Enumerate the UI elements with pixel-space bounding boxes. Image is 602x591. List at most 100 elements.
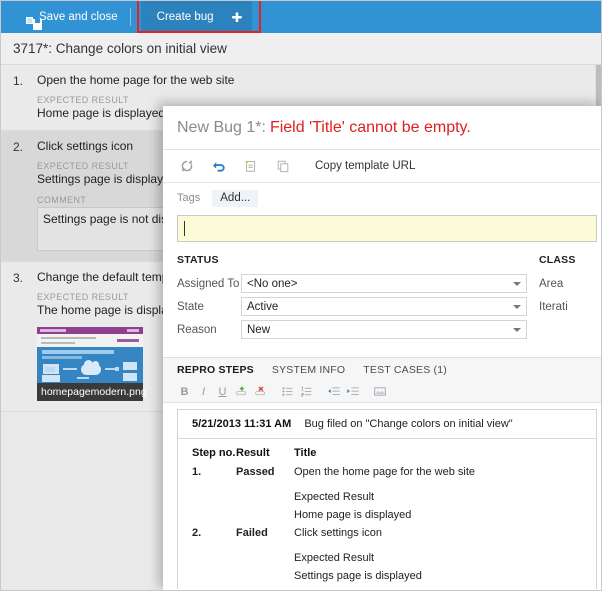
bug-filing-window: Save and close Create bug ✚ 3717*: Chang… xyxy=(0,0,602,591)
copy-icon[interactable] xyxy=(267,150,299,183)
state-label: State xyxy=(177,300,204,313)
tags-row: Tags Add... xyxy=(163,183,601,213)
create-bug-button[interactable]: Create bug ✚ xyxy=(140,1,253,33)
dialog-header: New Bug 1*: Field 'Title' cannot be empt… xyxy=(163,106,601,150)
repro-steps-editor[interactable]: 5/21/2013 11:31 AM Bug filed on "Change … xyxy=(177,409,597,589)
rich-text-toolbar: B I U xyxy=(163,381,601,403)
reason-field: Reason New xyxy=(177,320,527,339)
row-title: Click settings icon xyxy=(294,527,383,539)
expected-result-label: EXPECTED RESULT xyxy=(37,95,129,105)
attachment-filename: homepagemodern.png xyxy=(37,383,147,401)
validation-error-text: Field 'Title' cannot be empty. xyxy=(269,118,471,136)
step-number: 2. xyxy=(13,140,24,154)
table-row: 1. Passed Open the home page for the web… xyxy=(178,463,596,481)
row-result: Failed xyxy=(236,527,268,539)
reason-select[interactable]: New xyxy=(241,320,527,339)
row-step-no: 2. xyxy=(192,527,202,539)
state-select[interactable]: Active xyxy=(241,297,527,316)
plus-icon[interactable]: ✚ xyxy=(232,11,243,24)
column-step-no: Step no. xyxy=(192,447,236,459)
underline-icon[interactable]: U xyxy=(213,382,232,402)
bullet-list-icon[interactable] xyxy=(278,382,297,402)
step-number: 1. xyxy=(13,74,24,88)
row-expected-text: Home page is displayed xyxy=(294,509,412,521)
classification-section: CLASS Area Iterati xyxy=(527,254,601,343)
assigned-to-select[interactable]: <No one> xyxy=(241,274,527,293)
status-heading: STATUS xyxy=(177,254,219,266)
tab-repro-steps[interactable]: REPRO STEPS xyxy=(177,364,254,376)
work-item-title-text: 3717*: Change colors on initial view xyxy=(13,41,227,56)
dialog-tabs: REPRO STEPS SYSTEM INFO TEST CASES (1) xyxy=(163,357,601,381)
classification-heading: CLASS xyxy=(539,254,576,266)
add-tag-button[interactable]: Add... xyxy=(212,189,259,207)
repro-timestamp: 5/21/2013 11:31 AM xyxy=(192,418,292,430)
status-section: STATUS Assigned To <No one> State Active xyxy=(177,254,527,343)
assigned-to-value: <No one> xyxy=(247,277,298,290)
text-caret xyxy=(184,221,185,236)
remove-link-icon[interactable] xyxy=(251,382,270,402)
repro-steps-table: Step no. Result Title 1. Passed Open the… xyxy=(178,439,596,589)
assigned-to-field: Assigned To <No one> xyxy=(177,274,527,293)
table-row-detail: Settings page is displayed xyxy=(178,567,596,585)
tab-system-info[interactable]: SYSTEM INFO xyxy=(272,364,345,376)
step-number: 3. xyxy=(13,271,24,285)
undo-icon[interactable] xyxy=(203,150,235,183)
new-bug-dialog: New Bug 1*: Field 'Title' cannot be empt… xyxy=(163,106,601,590)
save-as-template-icon[interactable] xyxy=(235,150,267,183)
iteration-label: Iterati xyxy=(539,300,568,313)
reason-value: New xyxy=(247,323,271,336)
row-comments: Comments: Settings page is not displayed xyxy=(294,585,596,589)
toolbar-divider xyxy=(129,8,131,26)
table-row-detail: Comments: Settings page is not displayed xyxy=(178,585,596,589)
new-bug-label: New Bug 1*: xyxy=(177,118,266,136)
reason-label: Reason xyxy=(177,323,217,336)
area-field: Area xyxy=(539,274,601,293)
repro-timestamp-row: 5/21/2013 11:31 AM Bug filed on "Change … xyxy=(178,410,596,439)
insert-link-icon[interactable] xyxy=(232,382,251,402)
row-expected-label: Expected Result xyxy=(294,491,375,503)
table-row-detail: Expected Result xyxy=(178,542,596,567)
bold-icon[interactable]: B xyxy=(175,382,194,402)
numbered-list-icon[interactable] xyxy=(297,382,316,402)
create-bug-label: Create bug xyxy=(156,11,214,23)
copy-template-url-button[interactable]: Copy template URL xyxy=(315,160,415,172)
table-row: 2. Failed Click settings icon xyxy=(178,524,596,542)
top-toolbar: Save and close Create bug ✚ xyxy=(1,1,601,33)
chevron-down-icon xyxy=(513,282,521,286)
step-title: Open the home page for the web site xyxy=(37,73,235,87)
insert-image-icon[interactable] xyxy=(370,382,389,402)
row-expected-label: Expected Result xyxy=(294,552,375,564)
column-result: Result xyxy=(236,447,270,459)
state-value: Active xyxy=(247,300,279,313)
indent-icon[interactable] xyxy=(343,382,362,402)
outdent-icon[interactable] xyxy=(324,382,343,402)
row-result: Passed xyxy=(236,466,275,478)
repro-filed-on: Bug filed on "Change colors on initial v… xyxy=(304,418,513,430)
bug-title-input[interactable] xyxy=(177,215,597,242)
table-row-detail: Expected Result xyxy=(178,481,596,506)
chevron-down-icon xyxy=(513,328,521,332)
tab-test-cases[interactable]: TEST CASES (1) xyxy=(363,364,447,376)
italic-icon[interactable]: I xyxy=(194,382,213,402)
save-and-close-label: Save and close xyxy=(39,11,118,23)
fields-section: STATUS Assigned To <No one> State Active xyxy=(163,242,601,343)
attachment-thumbnail[interactable]: homepagemodern.png xyxy=(37,327,147,401)
refresh-icon[interactable] xyxy=(171,150,203,183)
work-item-title: 3717*: Change colors on initial view xyxy=(1,33,601,65)
state-field: State Active xyxy=(177,297,527,316)
column-title: Title xyxy=(294,447,317,459)
dialog-toolbar: Copy template URL xyxy=(163,150,601,183)
tags-label: Tags xyxy=(177,192,201,204)
save-and-close-button[interactable]: Save and close xyxy=(25,1,126,33)
chevron-down-icon xyxy=(513,305,521,309)
assigned-to-label: Assigned To xyxy=(177,277,240,290)
iteration-field: Iterati xyxy=(539,297,601,316)
save-button[interactable] xyxy=(9,1,25,33)
row-expected-text: Settings page is displayed xyxy=(294,570,422,582)
row-title: Open the home page for the web site xyxy=(294,466,476,478)
row-step-no: 1. xyxy=(192,466,202,478)
table-row-detail: Home page is displayed xyxy=(178,506,596,524)
table-header-row: Step no. Result Title xyxy=(178,439,596,463)
create-bug-container: Create bug ✚ xyxy=(136,1,261,33)
area-label: Area xyxy=(539,277,564,290)
